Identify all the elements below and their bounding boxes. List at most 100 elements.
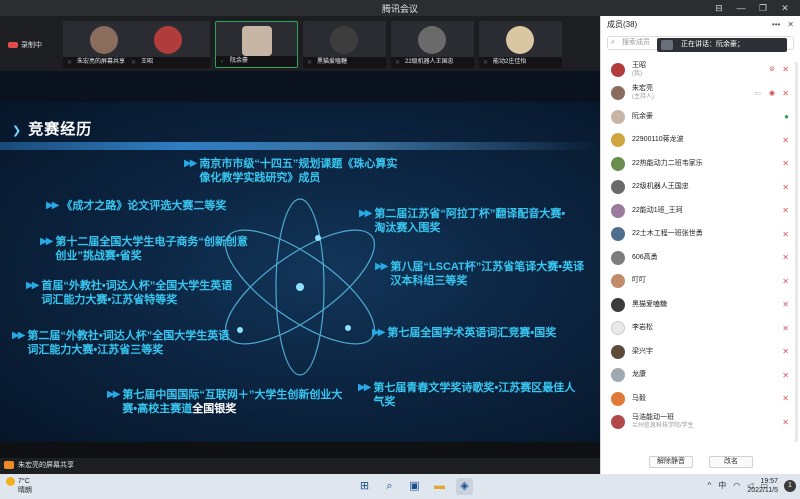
- mic-off-icon[interactable]: ✕: [782, 183, 789, 192]
- arrow-icon: ▶▶: [12, 330, 25, 341]
- heading-underline: [0, 142, 600, 150]
- member-row[interactable]: 李岩松 ✕: [601, 317, 800, 341]
- member-row[interactable]: 黑猫爱嗑糖 ✕: [601, 293, 800, 317]
- close-panel-icon[interactable]: ✕: [787, 20, 794, 29]
- avatar: [611, 415, 625, 430]
- member-name: 朱宏亮: [632, 85, 653, 93]
- mic-on-icon[interactable]: ●: [784, 112, 789, 121]
- shared-screen[interactable]: ❯ 竞赛经历 ▶▶ 南京市市级“十四五”规划课题《珠心算实像化教学实践研究》成员 …: [0, 102, 600, 442]
- avatar: [611, 62, 625, 77]
- avatar: [611, 156, 625, 171]
- title-bar: 腾讯会议 ⊟ — ❐ ✕: [0, 0, 800, 16]
- member-row[interactable]: 22热能动力二班韦家乐 ✕: [601, 152, 800, 176]
- chevron-right-icon: ❯: [12, 125, 23, 137]
- member-row[interactable]: 606高勇 ✕: [601, 246, 800, 270]
- more-icon[interactable]: •••: [772, 20, 780, 29]
- camera-off-icon[interactable]: ⊘: [769, 65, 775, 73]
- avatar: [611, 344, 625, 359]
- avatar: [611, 133, 625, 148]
- mic-off-icon[interactable]: ✕: [782, 65, 789, 74]
- mic-off-icon[interactable]: ✕: [782, 347, 789, 356]
- panel-footer: 解除静音 改名: [601, 456, 800, 468]
- sun-icon: [6, 477, 15, 486]
- screen-share-label[interactable]: 朱宏亮的屏幕共享: [0, 458, 600, 474]
- mic-off-icon[interactable]: ✕: [782, 277, 789, 286]
- award-item: ▶▶ 第二届“外教社•词达人杯”全国大学生英语词汇能力大赛•江苏省三等奖: [12, 330, 230, 356]
- tencent-meeting-icon[interactable]: ◈: [456, 478, 473, 495]
- file-explorer-icon[interactable]: ▬: [431, 478, 448, 495]
- participant-name: 黑猫爱嗑糖: [303, 57, 386, 68]
- avatar: [90, 26, 118, 54]
- recording-icon: [8, 42, 18, 48]
- mic-off-icon[interactable]: ✕: [782, 136, 789, 145]
- pin-icon[interactable]: ⊟: [708, 0, 730, 16]
- panel-header: 成员(38) ••• ✕: [601, 16, 800, 32]
- avatar: [611, 321, 625, 336]
- mic-off-icon[interactable]: ✕: [782, 230, 789, 239]
- member-name: 王昭: [632, 61, 646, 69]
- input-method-indicator[interactable]: 中: [718, 477, 726, 495]
- recording-indicator[interactable]: 录制中: [8, 40, 42, 50]
- member-row[interactable]: 龙康 ✕: [601, 364, 800, 388]
- windows-start-icon[interactable]: ⊞: [356, 478, 373, 495]
- minimize-button[interactable]: —: [730, 0, 752, 16]
- search-icon[interactable]: ⌕: [381, 478, 398, 495]
- member-row[interactable]: 朱宏亮 (主持人) ▭ ◉ ✕: [601, 82, 800, 106]
- member-name: 黑猫爱嗑糖: [632, 300, 667, 308]
- weather-desc: 晴朗: [18, 487, 32, 494]
- mic-off-icon[interactable]: ✕: [782, 206, 789, 215]
- member-role: (我): [632, 70, 642, 77]
- mic-off-icon[interactable]: ✕: [782, 371, 789, 380]
- avatar: [611, 180, 625, 195]
- member-row[interactable]: 王昭 (我) ⊘ ✕: [601, 58, 800, 82]
- unmute-all-button[interactable]: 解除静音: [649, 456, 693, 468]
- member-row[interactable]: 22能动1班_王珂 ✕: [601, 199, 800, 223]
- mic-off-icon[interactable]: ✕: [782, 418, 789, 427]
- participant-name: 能动2庄佳怡: [479, 57, 562, 68]
- avatar: [506, 26, 534, 54]
- weather-widget[interactable]: 7°C 晴朗: [6, 477, 32, 495]
- participant-tile-speaking[interactable]: ● 阮余豪: [215, 21, 298, 68]
- avatar: [661, 40, 673, 50]
- maximize-button[interactable]: ❐: [752, 0, 774, 16]
- participant-tile[interactable]: ✕ 能动2庄佳怡: [479, 21, 562, 68]
- avatar: [418, 26, 446, 54]
- participant-tile[interactable]: ✕ 黑猫爱嗑糖: [303, 21, 386, 68]
- avatar: [330, 26, 358, 54]
- participant-name: 王昭: [127, 57, 210, 68]
- member-row[interactable]: 22900110蒋龙波 ✕: [601, 129, 800, 153]
- member-name: 叮叮: [632, 277, 646, 285]
- member-row[interactable]: 22土木工程一班张世勇 ✕: [601, 223, 800, 247]
- close-button[interactable]: ✕: [774, 0, 796, 16]
- participant-tile[interactable]: ✕ 王昭: [127, 21, 210, 68]
- notification-badge[interactable]: 1: [784, 480, 796, 492]
- time: 19:57: [760, 478, 778, 485]
- avatar: [611, 274, 625, 289]
- clock[interactable]: 19:57 2022/11/5: [747, 477, 778, 495]
- mic-off-icon[interactable]: ✕: [782, 394, 789, 403]
- member-row[interactable]: 梁兴宇 ✕: [601, 340, 800, 364]
- tray-overflow-icon[interactable]: ^: [708, 477, 712, 495]
- taskbar: 7°C 晴朗 ⊞ ⌕ ▣ ▬ ◈ ^ 中 ◠ ◁ ▭ 19:57 2022/11…: [0, 474, 800, 499]
- member-row[interactable]: 22级机器人王国忠 ✕: [601, 176, 800, 200]
- member-row[interactable]: 马浩能动一班 兰州信息科技学院/学生 ✕: [601, 411, 800, 435]
- member-name: 李岩松: [632, 324, 653, 332]
- mic-off-icon[interactable]: ✕: [782, 300, 789, 309]
- wifi-icon[interactable]: ◠: [733, 477, 740, 495]
- member-row[interactable]: 马毅 ✕: [601, 387, 800, 411]
- participant-tile[interactable]: ✕ 22级机器人王国忠: [391, 21, 474, 68]
- mic-off-icon[interactable]: ✕: [782, 159, 789, 168]
- mic-off-icon[interactable]: ✕: [782, 324, 789, 333]
- avatar: [611, 391, 625, 406]
- slide-top-margin: [0, 71, 600, 102]
- member-list-scrollbar[interactable]: [795, 62, 798, 442]
- mic-off-icon[interactable]: ✕: [782, 89, 789, 98]
- task-view-icon[interactable]: ▣: [406, 478, 423, 495]
- member-list: 王昭 (我) ⊘ ✕ 朱宏亮 (主持人) ▭ ◉ ✕ 阮余豪 ● 22900110蒋…: [601, 58, 800, 434]
- member-row[interactable]: 阮余豪 ●: [601, 105, 800, 129]
- arrow-icon: ▶▶: [26, 280, 39, 291]
- rename-button[interactable]: 改名: [709, 456, 753, 468]
- mic-off-icon[interactable]: ✕: [782, 253, 789, 262]
- member-row[interactable]: 叮叮 ✕: [601, 270, 800, 294]
- participant-name: 阮余豪: [216, 56, 297, 67]
